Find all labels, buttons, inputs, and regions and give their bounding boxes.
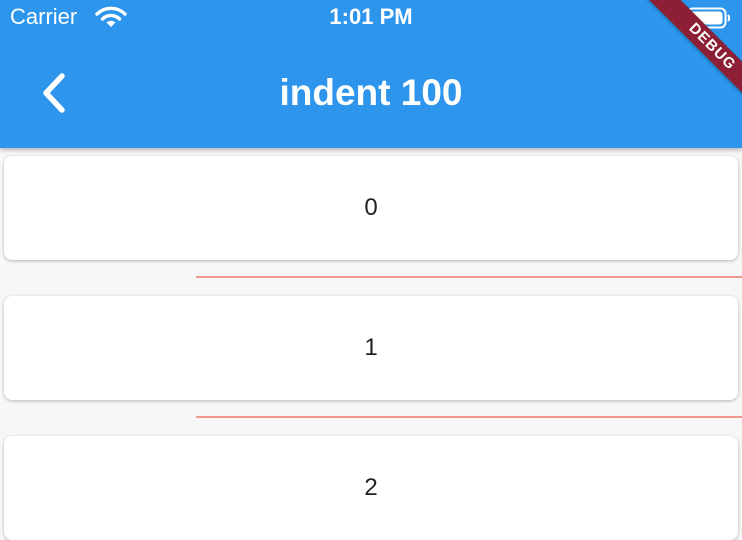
list-view[interactable]: 0 1 2 (0, 148, 742, 540)
list-item-2[interactable]: 2 (4, 436, 738, 540)
list-item-label: 2 (364, 474, 378, 501)
app-bar: Carrier 1:01 PM indent 100 DEBUG (0, 0, 742, 148)
list-item-label: 0 (364, 194, 378, 221)
list-item-1[interactable]: 1 (4, 296, 738, 400)
list-item-0[interactable]: 0 (4, 156, 738, 260)
page-title: indent 100 (279, 72, 463, 113)
list-item-label: 1 (364, 334, 378, 361)
status-bar: Carrier 1:01 PM (0, 0, 742, 36)
list-divider (196, 416, 742, 418)
list-divider (196, 276, 742, 278)
status-time: 1:01 PM (329, 4, 413, 29)
